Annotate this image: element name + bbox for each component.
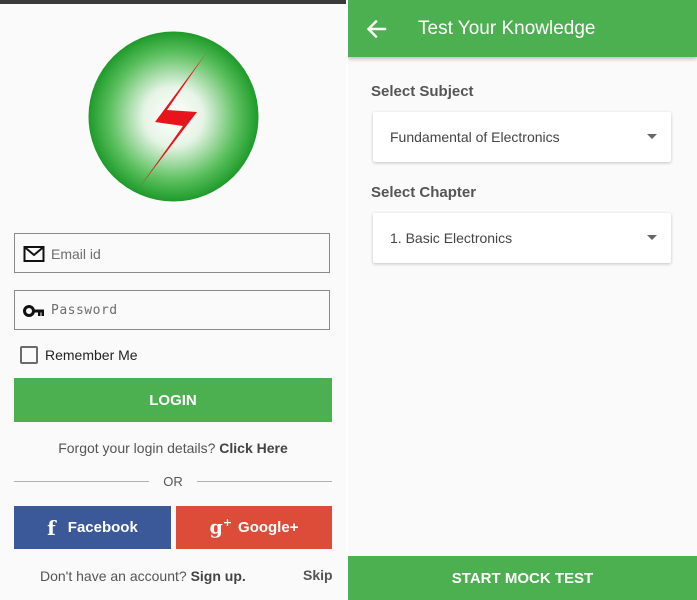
app-bar: Test Your Knowledge	[348, 0, 697, 57]
page-title: Test Your Knowledge	[418, 18, 596, 39]
subject-dropdown[interactable]: Fundamental of Electronics	[373, 112, 671, 162]
skip-link[interactable]: Skip	[303, 567, 333, 583]
forgot-click-here-link[interactable]: Click Here	[219, 440, 287, 456]
google-plus-icon: g+	[209, 516, 233, 539]
arrow-left-icon[interactable]	[365, 18, 387, 40]
forgot-text: Forgot your login details?	[58, 440, 216, 456]
remember-me-label: Remember Me	[45, 347, 138, 363]
mail-icon	[23, 246, 45, 262]
login-screen: Email id Password Remember Me LOGIN Forg…	[0, 0, 346, 600]
lightning-logo-icon	[88, 31, 259, 202]
start-mock-test-button[interactable]: START MOCK TEST	[348, 556, 697, 600]
subject-label: Select Subject	[371, 83, 474, 100]
chapter-dropdown[interactable]: 1. Basic Electronics	[373, 213, 671, 263]
google-label: Google+	[238, 519, 299, 536]
login-button[interactable]: LOGIN	[14, 378, 332, 422]
email-placeholder: Email id	[51, 246, 101, 262]
facebook-icon: f	[47, 515, 56, 540]
chapter-label: Select Chapter	[371, 184, 477, 201]
forgot-login-text: Forgot your login details? Click Here	[0, 440, 346, 456]
facebook-label: Facebook	[67, 519, 138, 536]
or-label: OR	[151, 474, 195, 489]
remember-me-checkbox[interactable]	[20, 346, 38, 364]
subject-value: Fundamental of Electronics	[390, 129, 560, 145]
signup-prompt: Don't have an account? Sign up.	[40, 568, 246, 584]
dropdown-arrow-icon	[647, 235, 657, 240]
key-icon	[23, 305, 44, 317]
status-strip	[0, 0, 346, 4]
or-divider: OR	[14, 473, 332, 491]
chapter-value: 1. Basic Electronics	[390, 230, 513, 246]
google-login-button[interactable]: g+ Google+	[176, 506, 332, 549]
signup-link[interactable]: Sign up.	[191, 568, 246, 584]
dropdown-arrow-icon	[647, 134, 657, 139]
password-placeholder: Password	[51, 303, 118, 318]
email-field[interactable]: Email id	[14, 233, 330, 273]
facebook-login-button[interactable]: f Facebook	[14, 506, 171, 549]
password-field[interactable]: Password	[14, 290, 330, 330]
signup-text: Don't have an account?	[40, 568, 187, 584]
quiz-setup-screen: Test Your Knowledge Select Subject Funda…	[348, 0, 697, 600]
